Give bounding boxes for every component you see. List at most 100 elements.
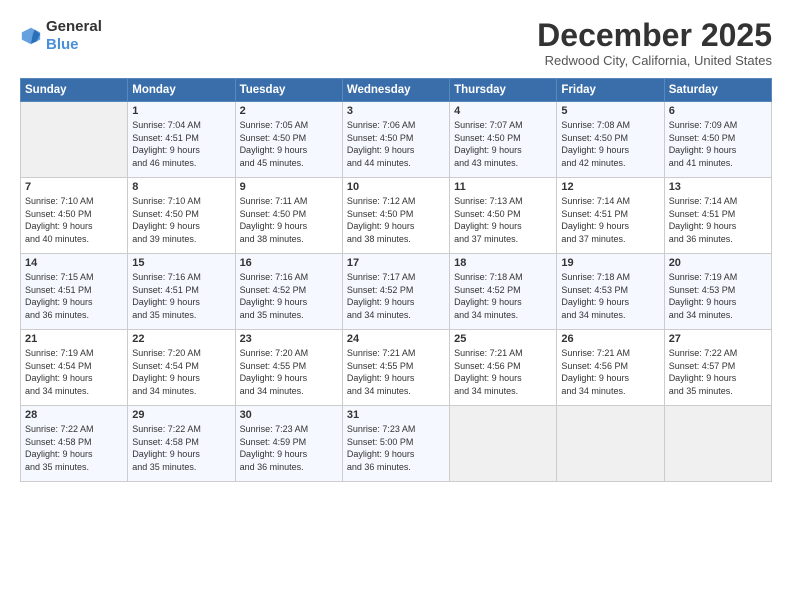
day-info: Sunrise: 7:15 AMSunset: 4:51 PMDaylight:… [25, 271, 123, 321]
header-monday: Monday [128, 79, 235, 102]
table-row: 11Sunrise: 7:13 AMSunset: 4:50 PMDayligh… [450, 178, 557, 254]
day-info: Sunrise: 7:17 AMSunset: 4:52 PMDaylight:… [347, 271, 445, 321]
day-info: Sunrise: 7:23 AMSunset: 5:00 PMDaylight:… [347, 423, 445, 473]
day-number: 5 [561, 105, 659, 117]
table-row: 13 Sunrise: 7:14 AMSunset: 4:51 PMDayligh… [664, 178, 771, 254]
day-number: 24 [347, 333, 445, 345]
table-row: 21 Sunrise: 7:19 AMSunset: 4:54 PMDayligh… [21, 330, 128, 406]
table-row: 26 Sunrise: 7:21 AMSunset: 4:56 PMDayligh… [557, 330, 664, 406]
table-row: 4 Sunrise: 7:07 AMSunset: 4:50 PMDaylight… [450, 102, 557, 178]
table-row: 7 Sunrise: 7:10 AMSunset: 4:50 PMDaylight… [21, 178, 128, 254]
day-number: 10 [347, 181, 445, 193]
table-row: 1Sunrise: 7:04 AMSunset: 4:51 PMDaylight… [128, 102, 235, 178]
table-row: 19Sunrise: 7:18 AMSunset: 4:53 PMDayligh… [557, 254, 664, 330]
day-number: 14 [25, 257, 123, 269]
table-row: 18Sunrise: 7:18 AMSunset: 4:52 PMDayligh… [450, 254, 557, 330]
day-info: Sunrise: 7:20 AMSunset: 4:54 PMDaylight:… [132, 347, 230, 397]
day-info: Sunrise: 7:04 AMSunset: 4:51 PMDaylight:… [132, 119, 230, 169]
table-row: 15Sunrise: 7:16 AMSunset: 4:51 PMDayligh… [128, 254, 235, 330]
day-number: 31 [347, 409, 445, 421]
week-row-2: 14 Sunrise: 7:15 AMSunset: 4:51 PMDayligh… [21, 254, 772, 330]
header: General Blue December 2025 Redwood City,… [20, 18, 772, 68]
table-row [21, 102, 128, 178]
week-row-3: 21 Sunrise: 7:19 AMSunset: 4:54 PMDayligh… [21, 330, 772, 406]
day-number: 26 [561, 333, 659, 345]
table-row: 27 Sunrise: 7:22 AMSunset: 4:57 PMDayligh… [664, 330, 771, 406]
logo-general: General [46, 18, 102, 35]
day-number: 7 [25, 181, 123, 193]
day-number: 6 [669, 105, 767, 117]
header-sunday: Sunday [21, 79, 128, 102]
table-row [664, 406, 771, 482]
day-number: 13 [669, 181, 767, 193]
day-number: 16 [240, 257, 338, 269]
day-info: Sunrise: 7:10 AMSunset: 4:50 PMDaylight:… [25, 195, 123, 245]
day-info: Sunrise: 7:20 AMSunset: 4:55 PMDaylight:… [240, 347, 338, 397]
header-wednesday: Wednesday [342, 79, 449, 102]
day-number: 9 [240, 181, 338, 193]
week-row-4: 28Sunrise: 7:22 AMSunset: 4:58 PMDayligh… [21, 406, 772, 482]
day-number: 12 [561, 181, 659, 193]
day-info: Sunrise: 7:22 AMSunset: 4:58 PMDaylight:… [132, 423, 230, 473]
day-info: Sunrise: 7:19 AMSunset: 4:53 PMDaylight:… [669, 271, 767, 321]
day-number: 18 [454, 257, 552, 269]
month-title: December 2025 [537, 18, 772, 53]
table-row: 3 Sunrise: 7:06 AMSunset: 4:50 PMDaylight… [342, 102, 449, 178]
day-number: 19 [561, 257, 659, 269]
day-number: 8 [132, 181, 230, 193]
day-number: 15 [132, 257, 230, 269]
week-row-0: 1Sunrise: 7:04 AMSunset: 4:51 PMDaylight… [21, 102, 772, 178]
table-row: 2 Sunrise: 7:05 AMSunset: 4:50 PMDaylight… [235, 102, 342, 178]
logo-icon [20, 25, 42, 47]
table-row: 10 Sunrise: 7:12 AMSunset: 4:50 PMDayligh… [342, 178, 449, 254]
table-row: 22 Sunrise: 7:20 AMSunset: 4:54 PMDayligh… [128, 330, 235, 406]
day-number: 27 [669, 333, 767, 345]
table-row: 5Sunrise: 7:08 AMSunset: 4:50 PMDaylight… [557, 102, 664, 178]
day-info: Sunrise: 7:12 AMSunset: 4:50 PMDaylight:… [347, 195, 445, 245]
header-friday: Friday [557, 79, 664, 102]
table-row: 6 Sunrise: 7:09 AMSunset: 4:50 PMDaylight… [664, 102, 771, 178]
day-info: Sunrise: 7:05 AMSunset: 4:50 PMDaylight:… [240, 119, 338, 169]
logo: General Blue [20, 18, 102, 54]
table-row: 20 Sunrise: 7:19 AMSunset: 4:53 PMDayligh… [664, 254, 771, 330]
table-row: 14 Sunrise: 7:15 AMSunset: 4:51 PMDayligh… [21, 254, 128, 330]
table-row [450, 406, 557, 482]
day-info: Sunrise: 7:19 AMSunset: 4:54 PMDaylight:… [25, 347, 123, 397]
table-row: 30 Sunrise: 7:23 AMSunset: 4:59 PMDayligh… [235, 406, 342, 482]
day-number: 22 [132, 333, 230, 345]
table-row: 12 Sunrise: 7:14 AMSunset: 4:51 PMDayligh… [557, 178, 664, 254]
logo-text: General Blue [46, 18, 102, 54]
day-info: Sunrise: 7:11 AMSunset: 4:50 PMDaylight:… [240, 195, 338, 245]
day-info: Sunrise: 7:23 AMSunset: 4:59 PMDaylight:… [240, 423, 338, 473]
day-info: Sunrise: 7:09 AMSunset: 4:50 PMDaylight:… [669, 119, 767, 169]
subtitle: Redwood City, California, United States [537, 53, 772, 68]
day-info: Sunrise: 7:21 AMSunset: 4:56 PMDaylight:… [561, 347, 659, 397]
header-saturday: Saturday [664, 79, 771, 102]
day-number: 30 [240, 409, 338, 421]
day-info: Sunrise: 7:22 AMSunset: 4:57 PMDaylight:… [669, 347, 767, 397]
day-info: Sunrise: 7:14 AMSunset: 4:51 PMDaylight:… [669, 195, 767, 245]
day-info: Sunrise: 7:21 AMSunset: 4:55 PMDaylight:… [347, 347, 445, 397]
logo-blue: Blue [46, 36, 79, 53]
day-number: 21 [25, 333, 123, 345]
day-info: Sunrise: 7:07 AMSunset: 4:50 PMDaylight:… [454, 119, 552, 169]
day-number: 4 [454, 105, 552, 117]
header-tuesday: Tuesday [235, 79, 342, 102]
day-number: 20 [669, 257, 767, 269]
page: General Blue December 2025 Redwood City,… [0, 0, 792, 612]
table-row [557, 406, 664, 482]
table-row: 16 Sunrise: 7:16 AMSunset: 4:52 PMDayligh… [235, 254, 342, 330]
day-info: Sunrise: 7:16 AMSunset: 4:52 PMDaylight:… [240, 271, 338, 321]
day-info: Sunrise: 7:22 AMSunset: 4:58 PMDaylight:… [25, 423, 123, 473]
day-number: 23 [240, 333, 338, 345]
table-row: 29 Sunrise: 7:22 AMSunset: 4:58 PMDayligh… [128, 406, 235, 482]
day-number: 25 [454, 333, 552, 345]
table-row: 28Sunrise: 7:22 AMSunset: 4:58 PMDayligh… [21, 406, 128, 482]
day-number: 3 [347, 105, 445, 117]
day-number: 2 [240, 105, 338, 117]
day-number: 29 [132, 409, 230, 421]
day-number: 11 [454, 181, 552, 193]
table-row: 17Sunrise: 7:17 AMSunset: 4:52 PMDayligh… [342, 254, 449, 330]
day-info: Sunrise: 7:06 AMSunset: 4:50 PMDaylight:… [347, 119, 445, 169]
day-info: Sunrise: 7:14 AMSunset: 4:51 PMDaylight:… [561, 195, 659, 245]
